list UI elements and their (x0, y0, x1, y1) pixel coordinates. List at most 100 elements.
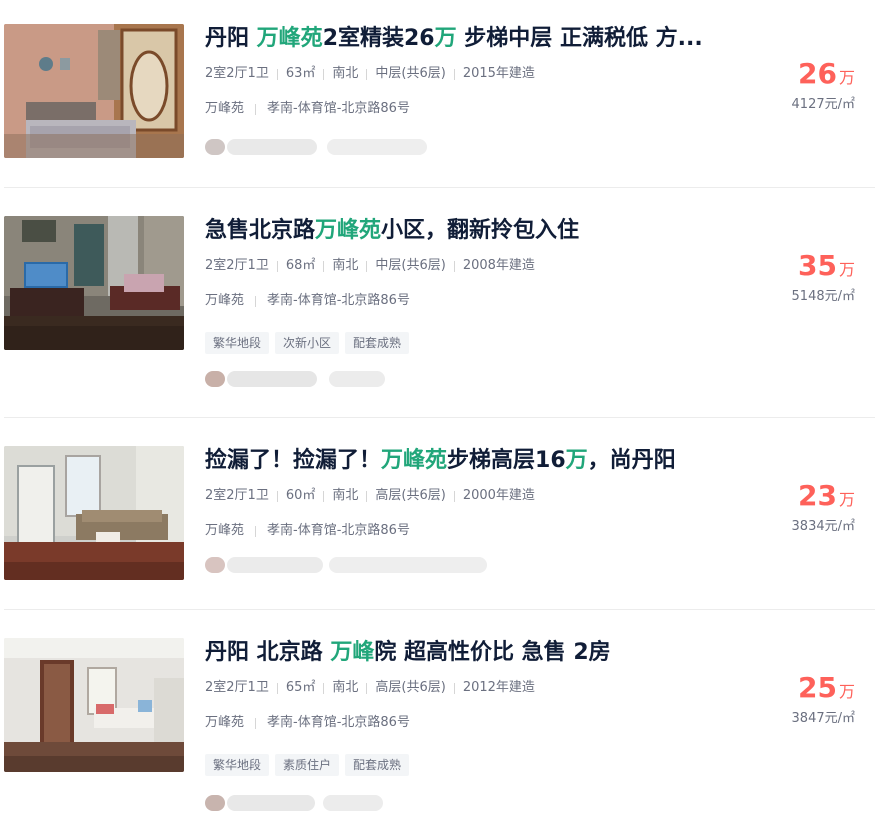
listing-photo[interactable] (4, 24, 184, 158)
orientation: 南北 (332, 488, 359, 503)
agent-info-blurred (205, 792, 490, 814)
orientation: 南北 (332, 66, 359, 81)
unit-price: 4127元/㎡ (791, 97, 855, 112)
divider (255, 718, 257, 729)
living-room-tv-photo-icon (4, 216, 184, 350)
title-highlight: 万峰苑 (315, 218, 382, 243)
tag-list: 繁华地段 次新小区 配套成熟 (205, 332, 415, 354)
divider (453, 261, 455, 272)
location-text: 孝南-体育馆-北京路86号 (267, 101, 410, 116)
bedroom-photo-icon (4, 24, 184, 158)
listing-card[interactable]: 急售北京路万峰苑小区，翻新拎包入住 2室2厅1卫 68㎡ 南北 中层(共6层) 2008… (0, 216, 885, 418)
tag-list: 繁华地段 素质住户 配套成熟 (205, 754, 415, 776)
build-year: 2000年建造 (462, 488, 535, 503)
area: 68㎡ (285, 258, 316, 273)
row-divider (4, 609, 875, 610)
listing-card[interactable]: 丹阳 万峰苑2室精装26万 步梯中层 正满税低 方... 2室2厅1卫 63㎡ 南北… (0, 24, 885, 188)
listing-attributes: 2室2厅1卫 63㎡ 南北 中层(共6层) 2015年建造 (205, 65, 535, 83)
community-link[interactable]: 万峰苑 (205, 100, 244, 118)
divider (366, 261, 368, 272)
price-unit: 万 (838, 682, 855, 701)
living-room-white-photo-icon (4, 638, 184, 772)
agent-info-blurred (205, 136, 490, 158)
title-text: 2室精装26 (322, 26, 435, 51)
location-text: 孝南-体育馆-北京路86号 (267, 523, 410, 538)
community-link[interactable]: 万峰苑 (205, 292, 244, 310)
orientation: 南北 (332, 258, 359, 273)
divider (323, 261, 325, 272)
floor: 高层(共6层) (375, 488, 446, 503)
price-value: 35 (798, 249, 837, 282)
location-text: 孝南-体育馆-北京路86号 (267, 293, 410, 308)
total-price: 35 万 (715, 249, 855, 283)
total-price: 25 万 (715, 671, 855, 705)
divider (255, 526, 257, 537)
divider (276, 491, 278, 502)
title-text: 小区，翻新拎包入住 (381, 218, 580, 243)
listing-address: 万峰苑 孝南-体育馆-北京路86号 (205, 100, 410, 118)
listing-title[interactable]: 捡漏了！捡漏了！万峰苑步梯高层16万，尚丹阳 (205, 446, 745, 476)
price-unit: 万 (838, 260, 855, 279)
title-text: ，尚丹阳 (587, 448, 676, 473)
divider (255, 104, 257, 115)
listing-photo[interactable] (4, 446, 184, 580)
listing-card[interactable]: 丹阳 北京路 万峰院 超高性价比 急售 2房 2室2厅1卫 65㎡ 南北 高层(共6层… (0, 638, 885, 830)
area: 60㎡ (285, 488, 316, 503)
tag: 配套成熟 (345, 754, 410, 776)
divider (453, 683, 455, 694)
listing-attributes: 2室2厅1卫 65㎡ 南北 高层(共6层) 2012年建造 (205, 679, 535, 697)
agent-info-blurred (205, 554, 490, 576)
listing-address: 万峰苑 孝南-体育馆-北京路86号 (205, 522, 410, 540)
listing-photo[interactable] (4, 638, 184, 772)
row-divider (4, 187, 875, 188)
title-text: 丹阳 (205, 26, 257, 51)
build-year: 2015年建造 (462, 66, 535, 81)
divider (255, 296, 257, 307)
rooms: 2室2厅1卫 (205, 258, 269, 273)
listing-address: 万峰苑 孝南-体育馆-北京路86号 (205, 714, 410, 732)
listing-attributes: 2室2厅1卫 68㎡ 南北 中层(共6层) 2008年建造 (205, 257, 535, 275)
listing-address: 万峰苑 孝南-体育馆-北京路86号 (205, 292, 410, 310)
title-text: 步梯中层 正满税低 方... (456, 26, 703, 51)
price-value: 26 (798, 57, 837, 90)
divider (323, 491, 325, 502)
area: 65㎡ (285, 680, 316, 695)
title-highlight: 万 (565, 448, 588, 473)
title-highlight: 万峰 (330, 640, 375, 665)
divider (366, 491, 368, 502)
listing-attributes: 2室2厅1卫 60㎡ 南北 高层(共6层) 2000年建造 (205, 487, 535, 505)
divider (276, 261, 278, 272)
rooms: 2室2厅1卫 (205, 488, 269, 503)
divider (453, 69, 455, 80)
floor: 中层(共6层) (375, 258, 446, 273)
title-text: 步梯高层16 (447, 448, 566, 473)
tag: 配套成熟 (345, 332, 410, 354)
community-link[interactable]: 万峰苑 (205, 714, 244, 732)
listing-photo[interactable] (4, 216, 184, 350)
divider (366, 69, 368, 80)
community-link[interactable]: 万峰苑 (205, 522, 244, 540)
living-room-sofa-photo-icon (4, 446, 184, 580)
orientation: 南北 (332, 680, 359, 695)
tag: 素质住户 (275, 754, 340, 776)
area: 63㎡ (285, 66, 316, 81)
listing-title[interactable]: 丹阳 北京路 万峰院 超高性价比 急售 2房 (205, 638, 745, 668)
rooms: 2室2厅1卫 (205, 680, 269, 695)
price-value: 25 (798, 671, 837, 704)
divider (453, 491, 455, 502)
divider (276, 683, 278, 694)
title-highlight: 万峰苑 (256, 26, 323, 51)
floor: 高层(共6层) (375, 680, 446, 695)
listing-title[interactable]: 急售北京路万峰苑小区，翻新拎包入住 (205, 216, 745, 246)
listing-title[interactable]: 丹阳 万峰苑2室精装26万 步梯中层 正满税低 方... (205, 24, 745, 54)
title-text: 丹阳 北京路 (205, 640, 331, 665)
build-year: 2012年建造 (462, 680, 535, 695)
title-text: 急售北京路 (205, 218, 316, 243)
price-unit: 万 (838, 68, 855, 87)
listing-card[interactable]: 捡漏了！捡漏了！万峰苑步梯高层16万，尚丹阳 2室2厅1卫 60㎡ 南北 高层(共6层… (0, 446, 885, 610)
divider (323, 683, 325, 694)
title-text: 捡漏了！捡漏了！ (205, 448, 382, 473)
unit-price: 3847元/㎡ (791, 711, 855, 726)
price-unit: 万 (838, 490, 855, 509)
tag: 繁华地段 (205, 332, 270, 354)
